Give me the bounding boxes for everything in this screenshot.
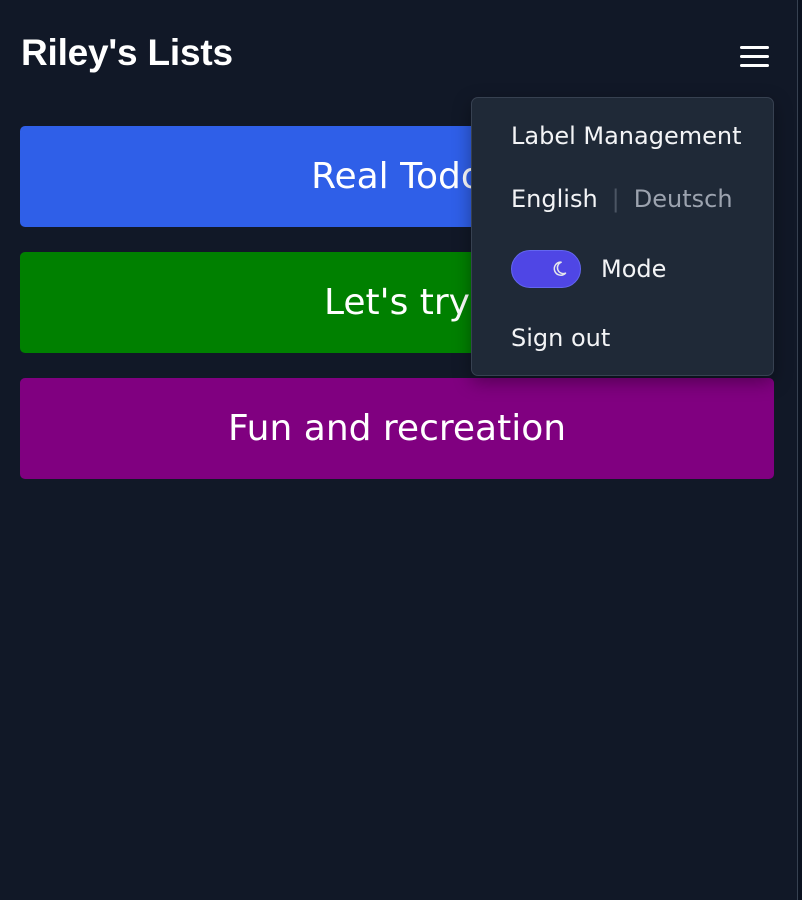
- language-separator: |: [611, 185, 620, 213]
- language-english[interactable]: English: [511, 185, 598, 213]
- moon-icon: [553, 261, 567, 276]
- language-deutsch[interactable]: Deutsch: [634, 185, 733, 213]
- list-card-label: Real Todo: [311, 156, 483, 197]
- list-card-label: Let's try: [323, 282, 470, 323]
- dropdown-menu: Label Management English | Deutsch Mode …: [471, 97, 774, 376]
- scrollbar-edge: [797, 0, 802, 900]
- sign-out-button[interactable]: Sign out: [511, 324, 610, 352]
- list-card-label: Fun and recreation: [227, 408, 567, 449]
- mode-row: Mode: [511, 250, 666, 288]
- hamburger-icon: [740, 46, 769, 67]
- mode-label: Mode: [601, 255, 667, 283]
- mode-toggle[interactable]: [511, 250, 581, 288]
- hamburger-menu-button[interactable]: [736, 41, 774, 73]
- menu-item-label-management[interactable]: Label Management: [511, 122, 741, 150]
- page-title: Riley's Lists: [21, 32, 233, 73]
- list-card-fun-and-recreation[interactable]: Fun and recreation: [20, 378, 774, 479]
- language-switcher: English | Deutsch: [511, 185, 733, 213]
